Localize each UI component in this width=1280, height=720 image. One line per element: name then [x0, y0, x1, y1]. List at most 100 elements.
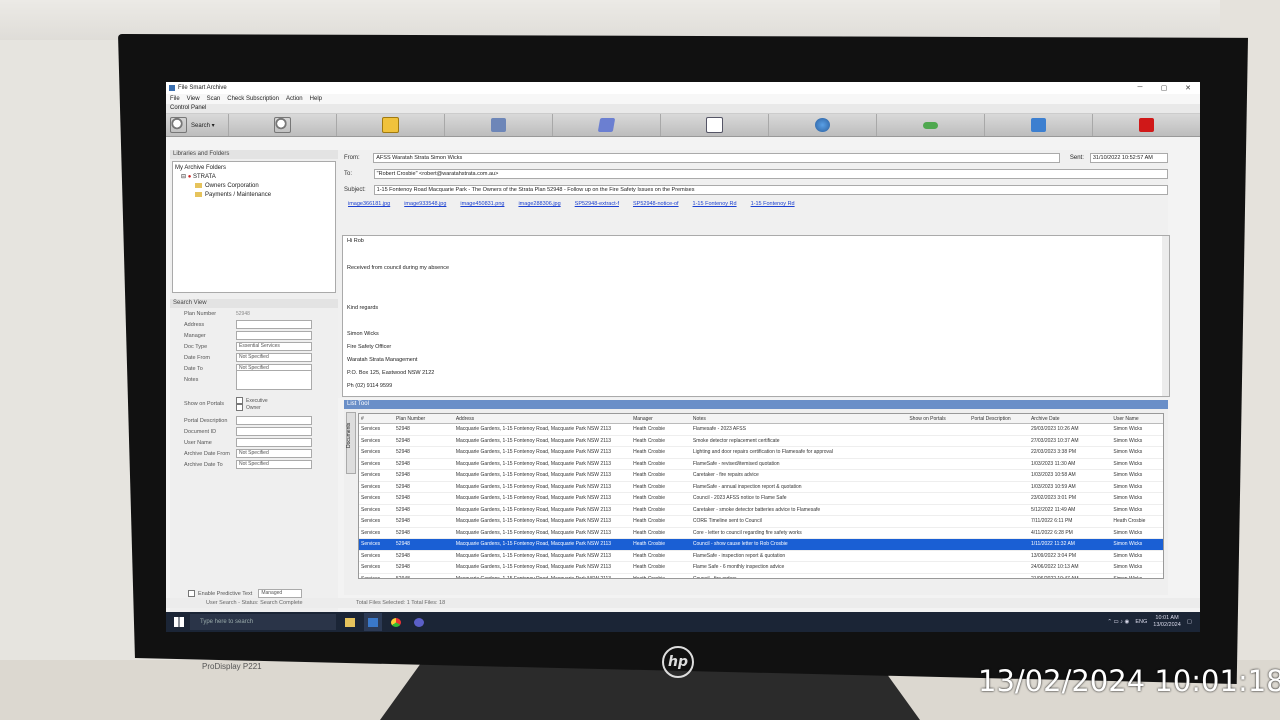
notes-cell: Flame Safe - 6 monthly inspection advice — [690, 561, 908, 574]
col-header[interactable]: Archive Date — [1028, 414, 1112, 424]
notes-button[interactable] — [661, 114, 769, 136]
taskbar-clock[interactable]: 10:01 AM 13/02/2024 — [1153, 615, 1181, 629]
notification-icon[interactable]: ▢ — [1187, 619, 1192, 625]
tree-folder-owners[interactable]: Owners Corporation — [175, 182, 333, 191]
plan-number-field[interactable]: 52948 — [236, 311, 250, 317]
search-tool-button[interactable]: Search ▾ — [166, 114, 229, 136]
to-field[interactable]: "Robert Crosbie" <robert@waratahstrata.c… — [373, 169, 1168, 179]
col-header[interactable]: Address — [453, 414, 632, 424]
tree-root[interactable]: My Archive Folders — [175, 164, 333, 173]
email-button[interactable] — [337, 114, 445, 136]
predictive-text-toggle[interactable]: Enable Predictive Text — [170, 590, 252, 597]
table-row[interactable]: Services 52948 Macquarie Gardens, 1-15 Fon… — [359, 446, 1163, 459]
document-id-field[interactable] — [236, 427, 312, 436]
attachment-link[interactable]: image366181.jpg — [348, 201, 390, 207]
owner-option[interactable]: Owner — [236, 404, 268, 411]
portals-cell — [907, 527, 970, 539]
col-header[interactable]: Notes — [690, 414, 908, 424]
table-row[interactable]: Services 52948 Macquarie Gardens, 1-15 Fon… — [359, 561, 1163, 574]
attachment-link[interactable]: 1-15 Fontenoy Rd — [751, 201, 795, 207]
tray-icons[interactable]: ⌃ ▭ ♪ ◉ — [1107, 619, 1129, 625]
col-header[interactable]: Portal Description — [969, 414, 1029, 424]
table-row[interactable]: Services 52948 Macquarie Gardens, 1-15 Fon… — [359, 492, 1163, 505]
col-header[interactable]: Manager — [631, 414, 691, 424]
attachment-link[interactable]: SP52948-notice-of — [633, 201, 679, 207]
print-button[interactable] — [445, 114, 553, 136]
printer-icon — [491, 118, 506, 132]
maximize-button[interactable]: ▢ — [1152, 84, 1176, 92]
notes-field[interactable] — [236, 369, 312, 390]
plan-number-cell: 52948 — [394, 492, 454, 505]
language-indicator[interactable]: ENG — [1135, 619, 1147, 625]
portal-description-field[interactable] — [236, 416, 312, 425]
sent-field[interactable]: 31/10/2022 10:52:57 AM — [1089, 153, 1168, 163]
windows-start-icon[interactable] — [174, 617, 184, 627]
exit-button[interactable] — [1093, 114, 1200, 136]
library-button[interactable] — [553, 114, 661, 136]
plan-number-cell: 52948 — [394, 561, 454, 574]
archive-date-to-picker[interactable]: Not Specified — [236, 460, 312, 469]
table-row[interactable]: Services 52948 Macquarie Gardens, 1-15 Fon… — [359, 550, 1163, 562]
save-button[interactable] — [985, 114, 1093, 136]
attachment-link[interactable]: image288306.jpg — [518, 201, 560, 207]
body-scrollbar[interactable] — [1162, 236, 1169, 396]
menu-check-subscription[interactable]: Check Subscription — [227, 96, 279, 102]
address-cell: Macquarie Gardens, 1-15 Fontenoy Road, M… — [453, 515, 632, 528]
subject-field[interactable]: 1-15 Fontenoy Road Macquarie Park - The … — [373, 185, 1168, 195]
col-header[interactable]: User Name — [1111, 414, 1163, 424]
folder-icon — [195, 191, 202, 197]
taskbar-file-smart[interactable] — [364, 613, 382, 631]
archive-date-cell: 5/12/2022 11:49 AM — [1028, 504, 1112, 516]
address-dropdown[interactable] — [236, 320, 312, 329]
list-tool-header: List Tool — [344, 400, 1168, 409]
table-row[interactable]: Services 52948 Macquarie Gardens, 1-15 Fon… — [359, 481, 1163, 493]
date-from-picker[interactable]: Not Specified — [236, 353, 312, 362]
table-row[interactable]: Services 52948 Macquarie Gardens, 1-15 Fon… — [359, 469, 1163, 482]
table-row[interactable]: Services 52948 Macquarie Gardens, 1-15 Fon… — [359, 435, 1163, 447]
notes-cell: Caretaker - fire repairs advice — [690, 469, 908, 482]
attachment-link[interactable]: 1-15 Fontenoy Rd — [693, 201, 737, 207]
menu-scan[interactable]: Scan — [207, 96, 221, 102]
table-row[interactable]: Services 52948 Macquarie Gardens, 1-15 Fon… — [359, 458, 1163, 470]
executive-option[interactable]: Executive — [236, 397, 268, 404]
paperclip-icon — [923, 121, 938, 129]
menu-file[interactable]: File — [170, 96, 180, 102]
close-button[interactable]: ✕ — [1176, 84, 1200, 92]
table-row[interactable]: Services 52948 Macquarie Gardens, 1-15 Fon… — [359, 515, 1163, 528]
taskbar-teams[interactable] — [410, 613, 428, 631]
taskbar-chrome[interactable] — [387, 613, 405, 631]
taskbar-file-explorer[interactable] — [341, 613, 359, 631]
email-body[interactable]: Hi Rob Received from council during my a… — [342, 235, 1170, 397]
table-row[interactable]: Services 52948 Macquarie Gardens, 1-15 Fon… — [359, 527, 1163, 539]
documents-tab[interactable]: Documents — [346, 412, 356, 474]
col-header[interactable]: Show on Portals — [907, 414, 970, 424]
attachment-link[interactable]: image450831.png — [460, 201, 504, 207]
address-cell: Macquarie Gardens, 1-15 Fontenoy Road, M… — [453, 469, 632, 482]
menu-view[interactable]: View — [187, 96, 200, 102]
notes-row: Notes — [170, 369, 338, 390]
doc-type-dropdown[interactable]: Essential Services — [236, 342, 312, 351]
tree-folder-payments[interactable]: Payments / Maintenance — [175, 191, 333, 200]
menu-help[interactable]: Help — [310, 96, 322, 102]
tree-node-strata[interactable]: ⊟ ● STRATA — [175, 173, 333, 182]
predictive-mode-dropdown[interactable]: Managed — [258, 589, 303, 598]
attachment-link[interactable]: image933548.jpg — [404, 201, 446, 207]
table-row[interactable]: Services 52948 Macquarie Gardens, 1-15 Fon… — [359, 504, 1163, 516]
col-header[interactable]: Plan Number — [394, 414, 454, 424]
table-row[interactable]: Services 52948 Macquarie Gardens, 1-15 Fon… — [359, 538, 1163, 551]
manager-dropdown[interactable] — [236, 331, 312, 340]
table-row[interactable]: Services 52948 Macquarie Gardens, 1-15 Fon… — [359, 573, 1163, 578]
attachment-link[interactable]: SP52948-extract-f — [575, 201, 619, 207]
web-button[interactable] — [769, 114, 877, 136]
find-button[interactable] — [229, 114, 337, 136]
attach-button[interactable] — [877, 114, 985, 136]
table-row[interactable]: Services 52948 Macquarie Gardens, 1-15 Fon… — [359, 423, 1163, 436]
col-header[interactable]: # — [359, 414, 395, 424]
from-field[interactable]: AFSS Waratah Strata Simon Wicks — [373, 153, 1060, 163]
taskbar-search[interactable]: Type here to search — [190, 614, 336, 630]
minimize-button[interactable]: ─ — [1128, 84, 1152, 92]
archive-date-from-picker[interactable]: Not Specified — [236, 449, 312, 458]
body-line: P.O. Box 125, Eastwood NSW 2122 — [347, 370, 435, 376]
menu-action[interactable]: Action — [286, 96, 303, 102]
user-name-dropdown[interactable] — [236, 438, 312, 447]
